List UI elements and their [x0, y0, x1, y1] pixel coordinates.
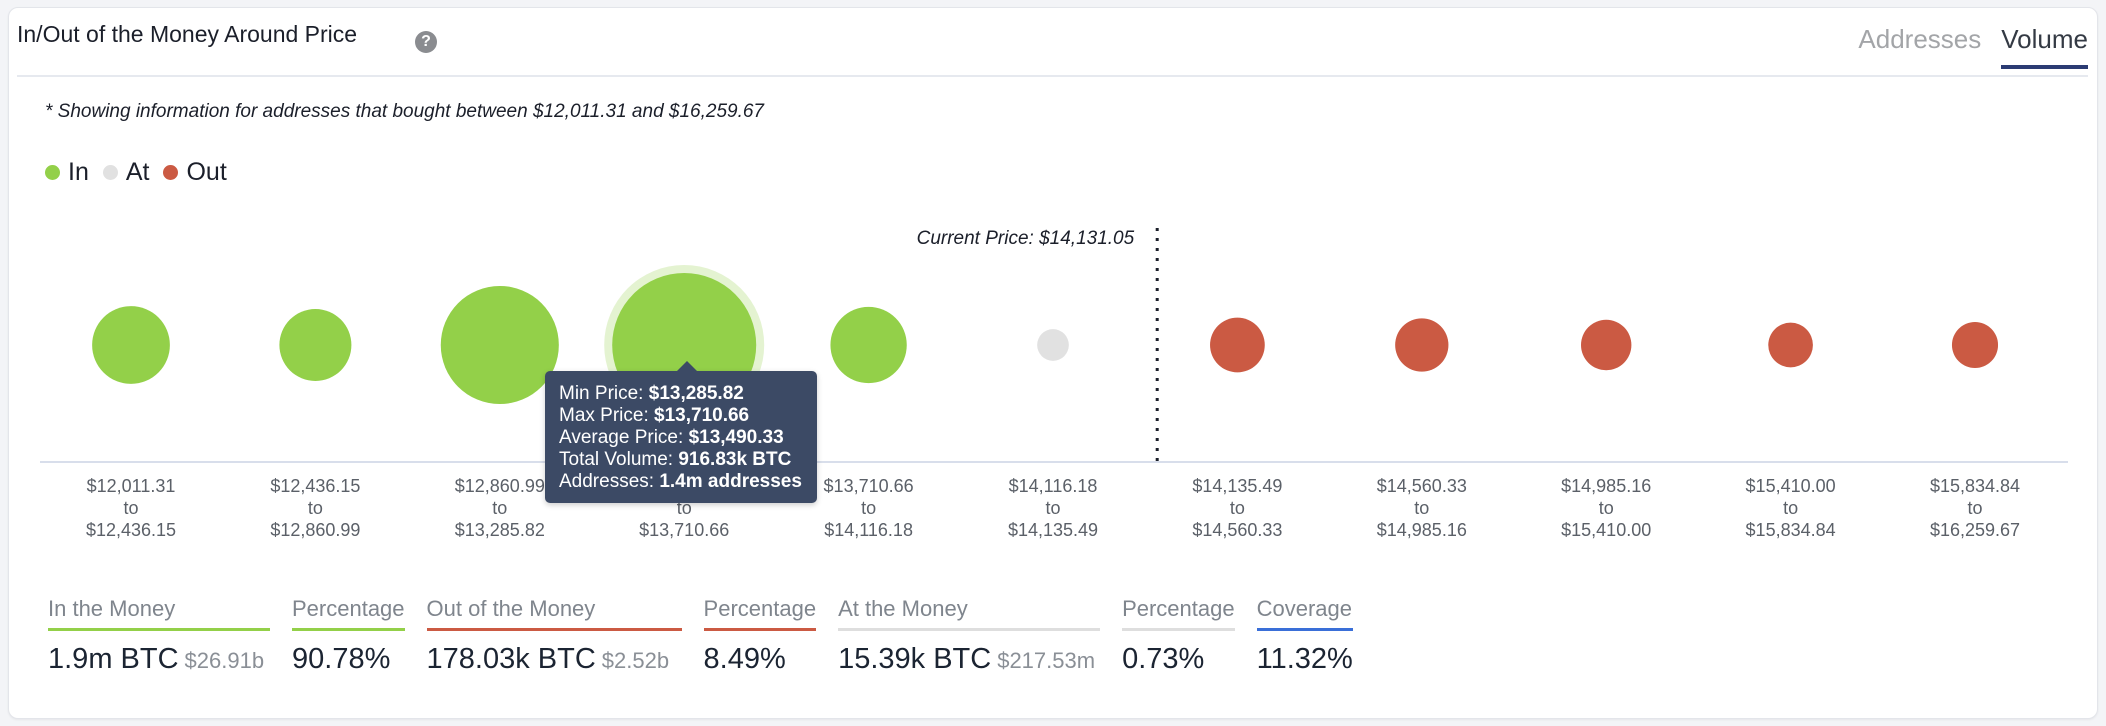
bucket-tooltip: Min Price: $13,285.82 Max Price: $13,710… [545, 361, 817, 503]
x-tick-label: $14,985.16 [1561, 476, 1651, 496]
stat-value: 11.32% [1256, 643, 1353, 675]
x-tick-label: to [1599, 498, 1614, 518]
x-tick-label: to [1230, 498, 1245, 518]
x-tick-label: to [308, 498, 323, 518]
x-tick-label: $13,285.82 [455, 520, 545, 540]
stat-out-percentage: Percentage 8.49% [703, 596, 817, 676]
x-tick-label: $14,135.49 [1192, 476, 1282, 496]
stat-label: Percentage [292, 596, 405, 631]
x-tick-label: $14,116.18 [1009, 476, 1098, 496]
stat-at-percentage: Percentage 0.73% [1122, 596, 1235, 676]
x-tick-label: to [1045, 498, 1060, 518]
stat-value: 90.78% [292, 643, 391, 675]
bubble-out[interactable] [1768, 322, 1813, 368]
bubble-in[interactable] [279, 309, 352, 381]
stat-coverage: Coverage 11.32% [1256, 596, 1353, 676]
x-tick-label: $12,436.15 [270, 476, 360, 496]
x-tick-label: $14,135.49 [1008, 520, 1098, 540]
stat-sub-value: $217.53m [997, 648, 1096, 673]
stat-value: 1.9m BTC [48, 643, 179, 675]
tooltip-row-min-price: Min Price: $13,285.82 [559, 383, 744, 404]
stat-out-of-the-money: Out of the Money 178.03k BTC $2.52b [426, 596, 682, 676]
stat-in-the-money: In the Money 1.9m BTC $26.91b [48, 596, 270, 676]
x-tick-label: $15,834.84 [1746, 520, 1836, 540]
x-tick-label: $14,116.18 [824, 520, 913, 540]
tooltip-row-max-price: Max Price: $13,710.66 [559, 405, 750, 426]
x-tick-label: to [861, 498, 876, 518]
x-tick-label: $15,410.00 [1746, 476, 1836, 496]
stat-label: Out of the Money [426, 596, 682, 631]
bubble-out[interactable] [1395, 318, 1449, 372]
current-price-label: Current Price: $14,131.05 [917, 228, 1135, 249]
x-tick-label: to [492, 498, 507, 518]
x-tick-label: $12,860.99 [270, 520, 360, 540]
x-tick-label: $13,710.66 [824, 476, 914, 496]
bubble-chart: Current Price: $14,131.05$12,011.31to$12… [40, 228, 2068, 540]
bubble-out[interactable] [1210, 317, 1265, 373]
stat-label: Coverage [1256, 596, 1353, 631]
bubble-out[interactable] [1581, 319, 1632, 371]
bubble-at[interactable] [1037, 329, 1069, 361]
tooltip-row-addresses: Addresses: 1.4m addresses [559, 471, 802, 492]
x-tick-label: $14,560.33 [1192, 520, 1282, 540]
x-tick-label: $12,436.15 [86, 520, 176, 540]
x-tick-label: $13,710.66 [639, 520, 729, 540]
x-tick-label: $14,985.16 [1377, 520, 1467, 540]
summary-stats: In the Money 1.9m BTC $26.91b Percentage … [48, 596, 1353, 676]
stat-label: In the Money [48, 596, 270, 631]
stat-label: At the Money [838, 596, 1101, 631]
x-tick-label: $14,560.33 [1377, 476, 1467, 496]
stat-at-the-money: At the Money 15.39k BTC $217.53m [838, 596, 1101, 676]
x-tick-label: to [123, 498, 138, 518]
tooltip-row-avg-price: Average Price: $13,490.33 [559, 427, 784, 448]
stat-value: 8.49% [703, 643, 786, 675]
stat-label: Percentage [1122, 596, 1235, 631]
x-tick-label: $15,410.00 [1561, 520, 1651, 540]
x-tick-label: $16,259.67 [1930, 520, 2020, 540]
x-tick-label: $15,834.84 [1930, 476, 2020, 496]
x-tick-label: to [1967, 498, 1982, 518]
x-tick-label: to [1783, 498, 1798, 518]
bubble-out[interactable] [1951, 321, 1999, 369]
bubble-in[interactable] [92, 306, 170, 384]
x-tick-label: to [1414, 498, 1429, 518]
x-tick-label: $12,011.31 [87, 476, 176, 496]
bubble-in[interactable] [830, 306, 907, 384]
stat-in-percentage: Percentage 90.78% [292, 596, 405, 676]
stat-label: Percentage [703, 596, 817, 631]
stat-value: 15.39k BTC [838, 643, 992, 675]
stat-value: 178.03k BTC [426, 643, 596, 675]
x-tick-label: $12,860.99 [455, 476, 545, 496]
tooltip-row-volume: Total Volume: 916.83k BTC [559, 449, 792, 470]
stat-sub-value: $2.52b [601, 648, 670, 673]
stat-value: 0.73% [1122, 643, 1205, 675]
bubble-in[interactable] [440, 285, 559, 405]
stat-sub-value: $26.91b [184, 648, 265, 673]
